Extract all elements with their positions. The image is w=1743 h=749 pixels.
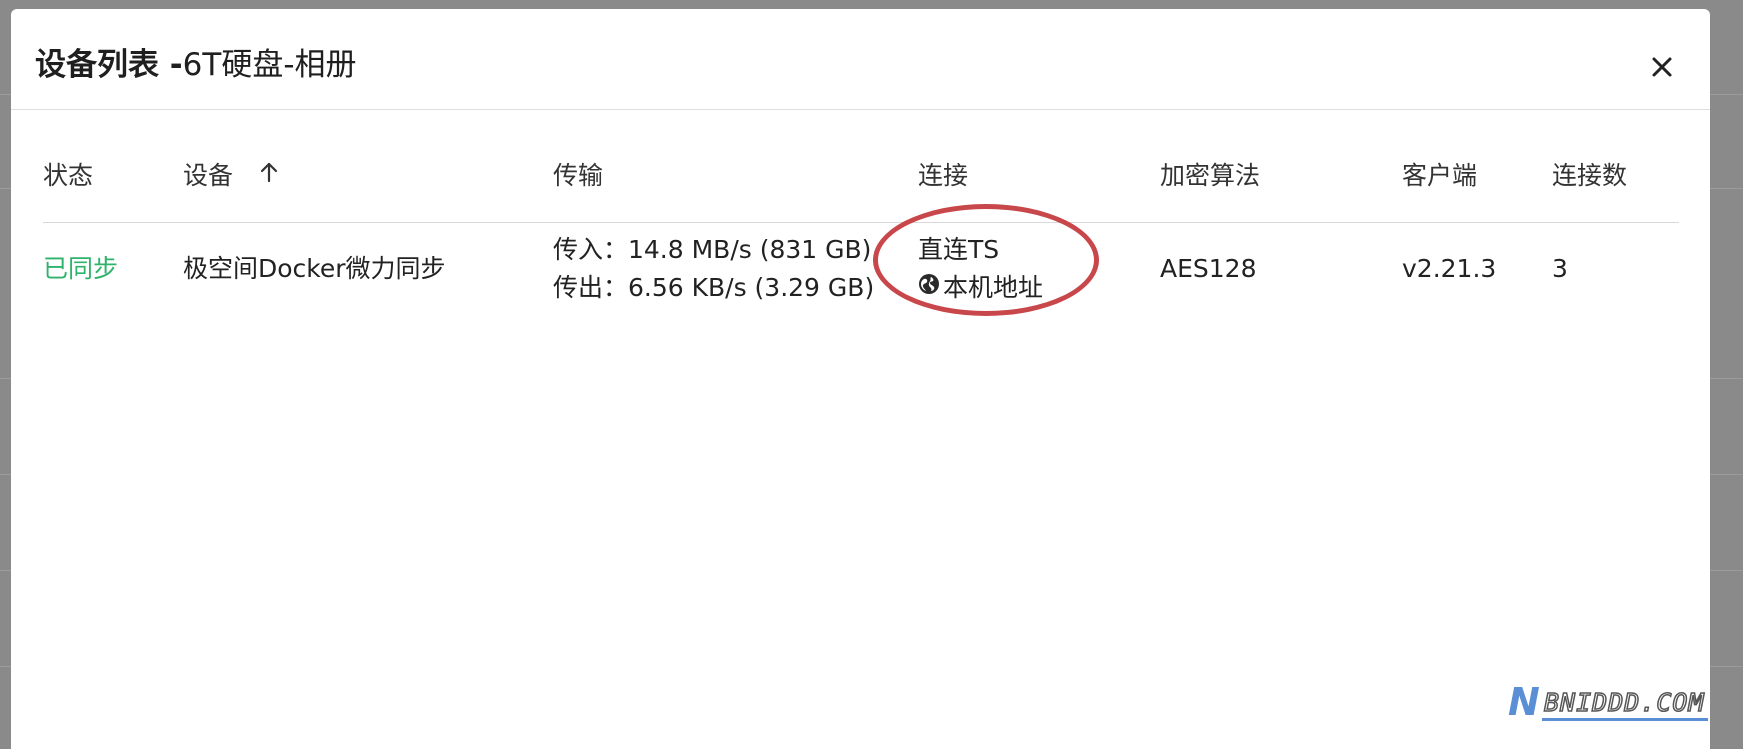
connection-address: 本机地址 [943, 273, 1044, 302]
table-row[interactable]: 已同步 极空间Docker微力同步 传入：14.8 MB/s (831 GB) … [43, 223, 1679, 343]
column-header-device-label: 设备 [183, 161, 234, 190]
modal-title: 设备列表 -6T硬盘-相册 [35, 45, 357, 85]
connection-address-line: 本机地址 [918, 269, 1043, 308]
modal-title-folder: 6T硬盘-相册 [182, 47, 357, 83]
column-header-client[interactable]: 客户端 [1402, 159, 1477, 193]
table-header-row: 状态 设备 传输 连接 加密算法 客户端 连接数 [43, 109, 1679, 223]
device-table: 状态 设备 传输 连接 加密算法 客户端 连接数 已同步 极空间Docker微力… [43, 109, 1679, 343]
column-header-connections[interactable]: 连接数 [1552, 159, 1627, 193]
globe-icon [918, 268, 940, 306]
device-name-cell: 极空间Docker微力同步 [183, 254, 446, 283]
transfer-cell: 传入：14.8 MB/s (831 GB) 传出：6.56 KB/s (3.29… [553, 231, 874, 307]
encryption-cell: AES128 [1160, 254, 1257, 283]
column-header-status[interactable]: 状态 [43, 159, 93, 193]
client-version-cell: v2.21.3 [1402, 254, 1497, 283]
column-header-encryption[interactable]: 加密算法 [1160, 159, 1260, 193]
column-header-transfer[interactable]: 传输 [553, 159, 603, 193]
column-header-connection[interactable]: 连接 [918, 159, 968, 193]
connection-count-cell: 3 [1552, 254, 1568, 283]
connection-type: 直连TS [918, 235, 1000, 264]
status-cell: 已同步 [43, 254, 119, 283]
arrow-up-icon [259, 158, 279, 192]
transfer-in-value: 传入：14.8 MB/s (831 GB) [553, 235, 872, 264]
connection-cell: 直连TS 本机地址 [918, 231, 1043, 308]
device-list-modal: 设备列表 -6T硬盘-相册 状态 设备 传输 连接 加密算法 客户端 连接数 已… [11, 9, 1710, 749]
close-icon [1652, 57, 1672, 77]
transfer-out-value: 传出：6.56 KB/s (3.29 GB) [553, 273, 875, 302]
close-button[interactable] [1644, 49, 1680, 85]
column-header-device[interactable]: 设备 [183, 159, 279, 194]
modal-title-label: 设备列表 - [35, 47, 183, 83]
modal-header: 设备列表 -6T硬盘-相册 [11, 9, 1710, 110]
